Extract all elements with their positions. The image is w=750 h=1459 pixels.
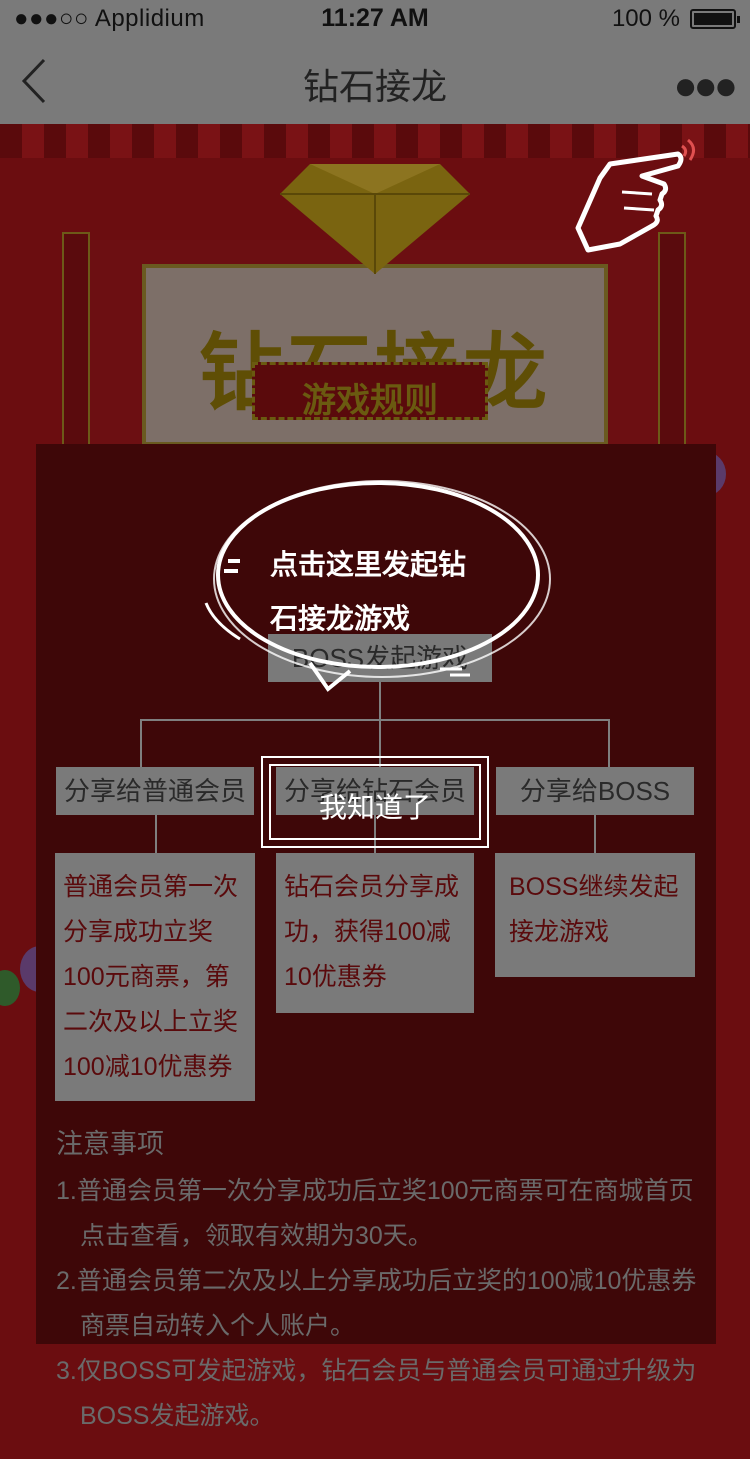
diamond-icon	[280, 164, 470, 274]
battery-percent: 100 %	[611, 5, 680, 32]
result-line: 100减10优惠券	[63, 1053, 233, 1081]
notice-section: 注意事项 1.普通会员第一次分享成功后立奖100元商票可在商城首页点击查看，领取…	[56, 1122, 716, 1439]
notice-heading: 注意事项	[56, 1129, 164, 1159]
scroll-rod-left	[62, 232, 90, 480]
result-line: 钻石会员分享成	[284, 873, 460, 901]
got-it-label: 我知道了	[318, 792, 431, 823]
branch-boss: 分享给BOSS	[496, 767, 694, 815]
result-line: 二次及以上立奖	[63, 1008, 239, 1036]
notice-item: 1.普通会员第一次分享成功后立奖100元商票可在商城首页点击查看，领取有效期为3…	[56, 1177, 694, 1250]
more-menu-icon[interactable]: ●●●	[674, 64, 739, 109]
flow-connector	[140, 719, 610, 721]
tip-text: 点击这里发起钻 石接龙游戏	[270, 538, 500, 646]
page-title: 钻石接龙	[302, 66, 447, 107]
result-line: 10优惠券	[284, 963, 387, 991]
result-card-diamond: 钻石会员分享成 功，获得100减 10优惠券	[276, 853, 474, 1013]
result-line: 分享成功立奖	[63, 918, 214, 946]
flow-connector	[608, 719, 610, 767]
nav-bar: 钻石接龙 ●●●	[0, 38, 750, 124]
result-line: BOSS继续发起	[509, 873, 679, 901]
pointing-hand-icon	[575, 138, 695, 253]
flow-connector	[155, 815, 157, 853]
result-line: 100元商票，第	[63, 963, 230, 991]
flow-connector	[594, 815, 596, 853]
result-card-normal: 普通会员第一次 分享成功立奖 100元商票，第 二次及以上立奖 100减10优惠…	[55, 853, 255, 1101]
rules-tag-label: 游戏规则	[302, 382, 438, 420]
scroll-rod-right	[658, 232, 686, 480]
result-line: 接龙游戏	[509, 918, 610, 946]
result-line: 普通会员第一次	[63, 873, 239, 901]
balloon-decoration	[0, 970, 20, 1006]
notice-item: 3.仅BOSS可发起游戏，钻石会员与普通会员可通过升级为BOSS发起游戏。	[56, 1357, 697, 1430]
branch-normal-member: 分享给普通会员	[56, 767, 254, 815]
battery-indicator: 100 %	[611, 5, 740, 33]
got-it-button[interactable]: 我知道了	[261, 756, 489, 848]
notice-item: 2.普通会员第二次及以上分享成功后立奖的100减10优惠券商票自动转入个人账户。	[56, 1267, 697, 1340]
tip-line: 石接龙游戏	[270, 603, 411, 634]
tip-line: 点击这里发起钻	[270, 549, 467, 580]
status-bar: ●●●○○ Applidium 11:27 AM 100 %	[0, 0, 750, 38]
battery-icon	[690, 9, 740, 29]
rules-tag: 游戏规则	[252, 362, 488, 420]
result-card-boss: BOSS继续发起 接龙游戏	[495, 853, 695, 977]
result-line: 功，获得100减	[284, 918, 451, 946]
flow-connector	[140, 719, 142, 767]
